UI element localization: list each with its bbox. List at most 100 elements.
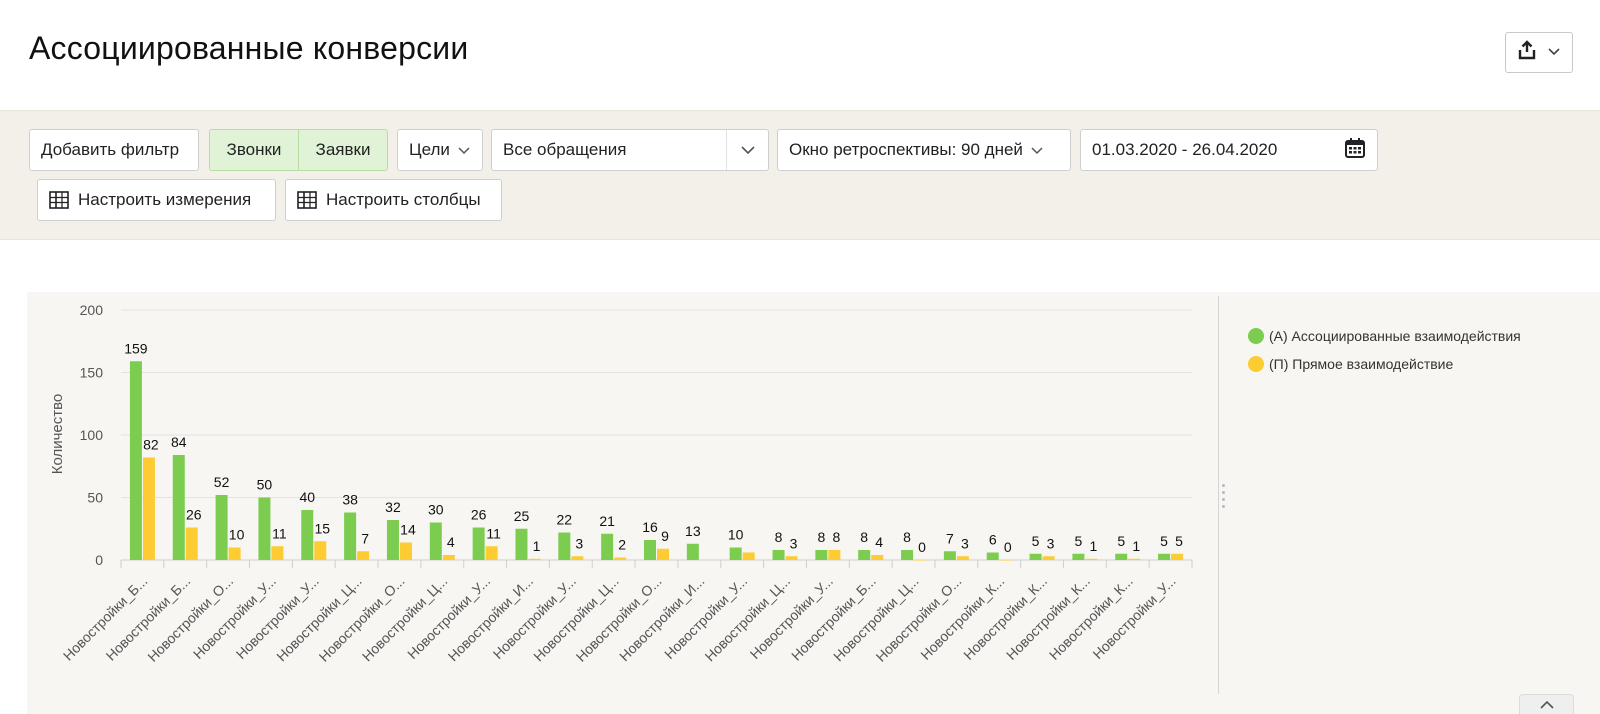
data-label-direct: 0 [1004, 539, 1012, 555]
calendar-icon[interactable] [1344, 137, 1366, 164]
bar-direct [442, 555, 455, 560]
bar-direct [914, 560, 927, 561]
bar-direct [528, 558, 541, 560]
legend-swatch [1248, 328, 1264, 344]
configure-dimensions-button[interactable]: Настроить измерения [37, 179, 276, 221]
legend-label: (П) Прямое взаимодействие [1269, 356, 1454, 372]
bar-assisted [858, 550, 871, 560]
data-label-assisted: 21 [599, 513, 615, 529]
data-label-assisted: 159 [124, 340, 148, 356]
chevron-down-icon[interactable] [726, 130, 768, 170]
bar-assisted [986, 552, 999, 560]
bar-direct [1128, 558, 1141, 560]
y-tick-label: 100 [80, 427, 104, 443]
chevron-down-icon [458, 140, 470, 160]
bar-assisted [772, 550, 785, 560]
chart-legend-divider [1218, 296, 1219, 694]
legend-label: (А) Ассоциированные взаимодействия [1269, 328, 1521, 344]
lookback-window-dropdown[interactable]: Окно ретроспективы: 90 дней [777, 129, 1071, 171]
toggle-calls[interactable]: Звонки [210, 130, 298, 170]
resize-handle[interactable] [1222, 484, 1226, 508]
y-tick-label: 200 [80, 302, 104, 318]
data-label-assisted: 84 [171, 434, 187, 450]
data-label-assisted: 5 [1117, 533, 1125, 549]
bar-assisted [258, 497, 271, 560]
goals-dropdown[interactable]: Цели [397, 129, 483, 171]
data-label-direct: 4 [447, 534, 455, 550]
data-label-assisted: 50 [257, 477, 273, 493]
bar-assisted [815, 550, 828, 560]
bar-direct [956, 556, 969, 560]
scroll-top-button[interactable] [1519, 694, 1574, 714]
y-tick-label: 0 [95, 552, 103, 568]
bar-direct [271, 546, 284, 560]
bar-direct [185, 527, 198, 560]
lookback-label: Окно ретроспективы: 90 дней [789, 140, 1023, 159]
bar-direct [999, 560, 1012, 561]
chevron-down-icon [1031, 140, 1043, 160]
table-grid-icon [297, 191, 317, 209]
toggle-requests[interactable]: Заявки [298, 130, 387, 170]
y-axis-label: Количество [49, 394, 66, 475]
data-label-assisted: 16 [642, 519, 658, 535]
data-label-direct: 1 [533, 538, 541, 554]
configure-columns-label: Настроить столбцы [326, 190, 481, 209]
chart-legend: (А) Ассоциированные взаимодействия (П) П… [1248, 322, 1521, 378]
bar-assisted [515, 528, 528, 560]
legend-item-assisted[interactable]: (А) Ассоциированные взаимодействия [1248, 322, 1521, 350]
data-label-direct: 1 [1090, 538, 1098, 554]
bar-assisted [172, 455, 185, 560]
data-label-assisted: 5 [1032, 533, 1040, 549]
table-grid-icon [49, 191, 69, 209]
data-label-direct: 15 [314, 520, 330, 536]
data-label-direct: 5 [1175, 533, 1183, 549]
y-tick-label: 150 [80, 365, 104, 381]
data-label-direct: 4 [875, 534, 883, 550]
requests-select[interactable]: Все обращения [491, 129, 769, 171]
data-label-assisted: 32 [385, 499, 401, 515]
bar-assisted [943, 551, 956, 560]
bar-direct [228, 547, 241, 560]
export-button[interactable] [1505, 32, 1573, 73]
share-icon [1517, 40, 1537, 65]
data-label-assisted: 8 [817, 529, 825, 545]
bar-assisted [1072, 553, 1085, 560]
data-label-direct: 3 [790, 535, 798, 551]
data-label-direct: 11 [272, 525, 287, 541]
bar-assisted [215, 495, 228, 560]
data-label-direct: 14 [400, 522, 416, 538]
bar-assisted [429, 522, 442, 560]
goals-label: Цели [409, 140, 450, 159]
legend-swatch [1248, 356, 1264, 372]
data-label-assisted: 8 [860, 529, 868, 545]
bar-assisted [301, 510, 314, 560]
add-filter-button[interactable]: Добавить фильтр [29, 129, 199, 171]
bar-direct [1085, 558, 1098, 560]
data-label-direct: 11 [486, 525, 501, 541]
bar-direct [871, 555, 884, 560]
data-label-direct: 3 [575, 535, 583, 551]
data-label-assisted: 8 [775, 529, 783, 545]
data-label-assisted: 52 [214, 474, 230, 490]
data-label-assisted: 40 [299, 489, 315, 505]
add-filter-label: Добавить фильтр [41, 140, 180, 159]
bar-direct [485, 546, 498, 560]
date-range-picker[interactable]: 01.03.2020 - 26.04.2020 [1080, 129, 1378, 171]
bar-direct [357, 551, 370, 560]
y-tick-label: 50 [87, 490, 103, 506]
data-label-assisted: 13 [685, 523, 701, 539]
legend-item-direct[interactable]: (П) Прямое взаимодействие [1248, 350, 1521, 378]
data-label-direct: 8 [832, 529, 840, 545]
data-label-assisted: 38 [342, 492, 358, 508]
page-title: Ассоциированные конверсии [29, 30, 469, 66]
bar-assisted [686, 543, 699, 560]
requests-select-value: Все обращения [503, 140, 627, 159]
configure-dimensions-label: Настроить измерения [78, 190, 252, 209]
data-label-direct: 2 [618, 537, 626, 553]
bar-assisted [472, 527, 485, 560]
data-label-direct: 10 [229, 527, 245, 543]
bar-assisted [1029, 553, 1042, 560]
configure-columns-button[interactable]: Настроить столбцы [285, 179, 502, 221]
data-label-assisted: 7 [946, 530, 954, 546]
date-range-value: 01.03.2020 - 26.04.2020 [1092, 140, 1278, 159]
